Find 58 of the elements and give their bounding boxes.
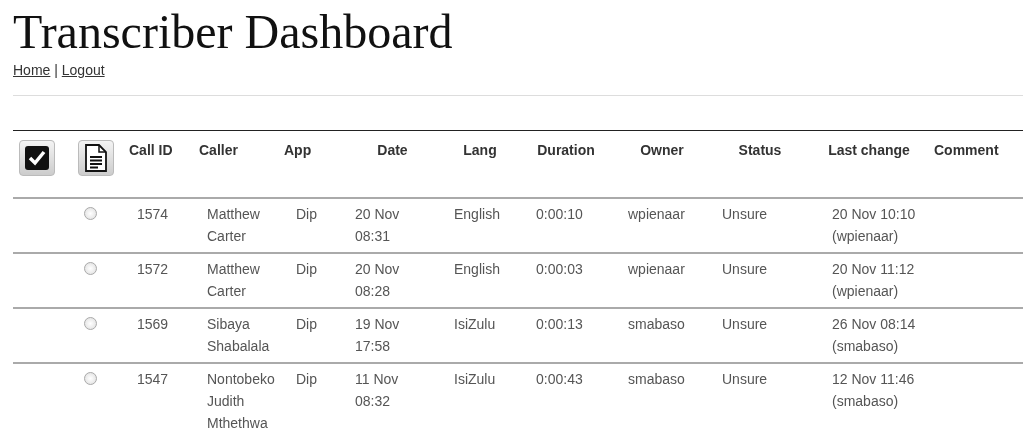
- column-header: Last change: [828, 142, 910, 158]
- table-cell: 20 Nov 08:28: [355, 261, 400, 299]
- column-header: Duration: [537, 142, 595, 158]
- table-cell: Unsure: [722, 371, 768, 387]
- table-cell: 26 Nov 08:14 (smabaso): [832, 316, 916, 354]
- table-cell: 0:00:43: [536, 371, 583, 387]
- table-cell: wpienaar: [628, 261, 685, 277]
- column-header: Status: [738, 142, 782, 158]
- table-cell: Nontobeko Judith Mthethwa: [207, 371, 275, 430]
- radio-button[interactable]: [84, 317, 97, 330]
- table-cell: 1569: [137, 316, 169, 332]
- table-cell: Unsure: [722, 206, 768, 222]
- table-cell: 11 Nov 08:32: [355, 371, 399, 409]
- table-cell: 1574: [137, 206, 169, 222]
- table-cell: Sibaya Shabalala: [207, 316, 270, 354]
- table-cell: wpienaar: [628, 206, 685, 222]
- table-cell: Dip: [296, 261, 317, 277]
- table-cell: IsiZulu: [454, 316, 496, 332]
- table-cell: 12 Nov 11:46 (smabaso): [832, 371, 915, 409]
- table-cell: IsiZulu: [454, 371, 496, 387]
- table-cell: 20 Nov 11:12 (wpienaar): [832, 261, 915, 299]
- table-cell: English: [454, 206, 500, 222]
- table-cell: Unsure: [722, 261, 768, 277]
- column-header: Comment: [934, 142, 999, 158]
- separator: |: [54, 62, 58, 78]
- table-cell: 19 Nov 17:58: [355, 316, 400, 354]
- column-header: Caller: [199, 142, 238, 158]
- table-cell: Dip: [296, 316, 317, 332]
- column-header: Owner: [640, 142, 684, 158]
- table-cell: Matthew Carter: [207, 206, 260, 244]
- home-link[interactable]: Home: [13, 62, 51, 78]
- document-icon: [84, 143, 108, 173]
- table-cell: 20 Nov 10:10 (wpienaar): [832, 206, 916, 244]
- column-header: Date: [377, 142, 408, 158]
- table-cell: smabaso: [628, 316, 685, 332]
- radio-button[interactable]: [84, 372, 97, 385]
- table-cell: Unsure: [722, 316, 768, 332]
- page-title: Transcriber Dashboard: [13, 8, 454, 56]
- column-header: Call ID: [129, 142, 173, 158]
- radio-button[interactable]: [84, 207, 97, 220]
- table-cell: 20 Nov 08:31: [355, 206, 400, 244]
- table-cell: English: [454, 261, 500, 277]
- select-all-button[interactable]: [19, 140, 55, 176]
- table-cell: 0:00:03: [536, 261, 583, 277]
- transcript-button[interactable]: [78, 140, 114, 176]
- column-header: Lang: [463, 142, 497, 158]
- table-cell: 1572: [137, 261, 169, 277]
- table-cell: Dip: [296, 371, 317, 387]
- checkbox-icon: [23, 144, 51, 172]
- table-cell: smabaso: [628, 371, 685, 387]
- logout-link[interactable]: Logout: [61, 62, 105, 78]
- column-header: App: [284, 142, 312, 158]
- table-cell: 1547: [137, 371, 169, 387]
- table-cell: Dip: [296, 206, 317, 222]
- table-cell: Matthew Carter: [207, 261, 260, 299]
- table-cell: 0:00:10: [536, 206, 583, 222]
- table-cell: 0:00:13: [536, 316, 583, 332]
- radio-button[interactable]: [84, 262, 97, 275]
